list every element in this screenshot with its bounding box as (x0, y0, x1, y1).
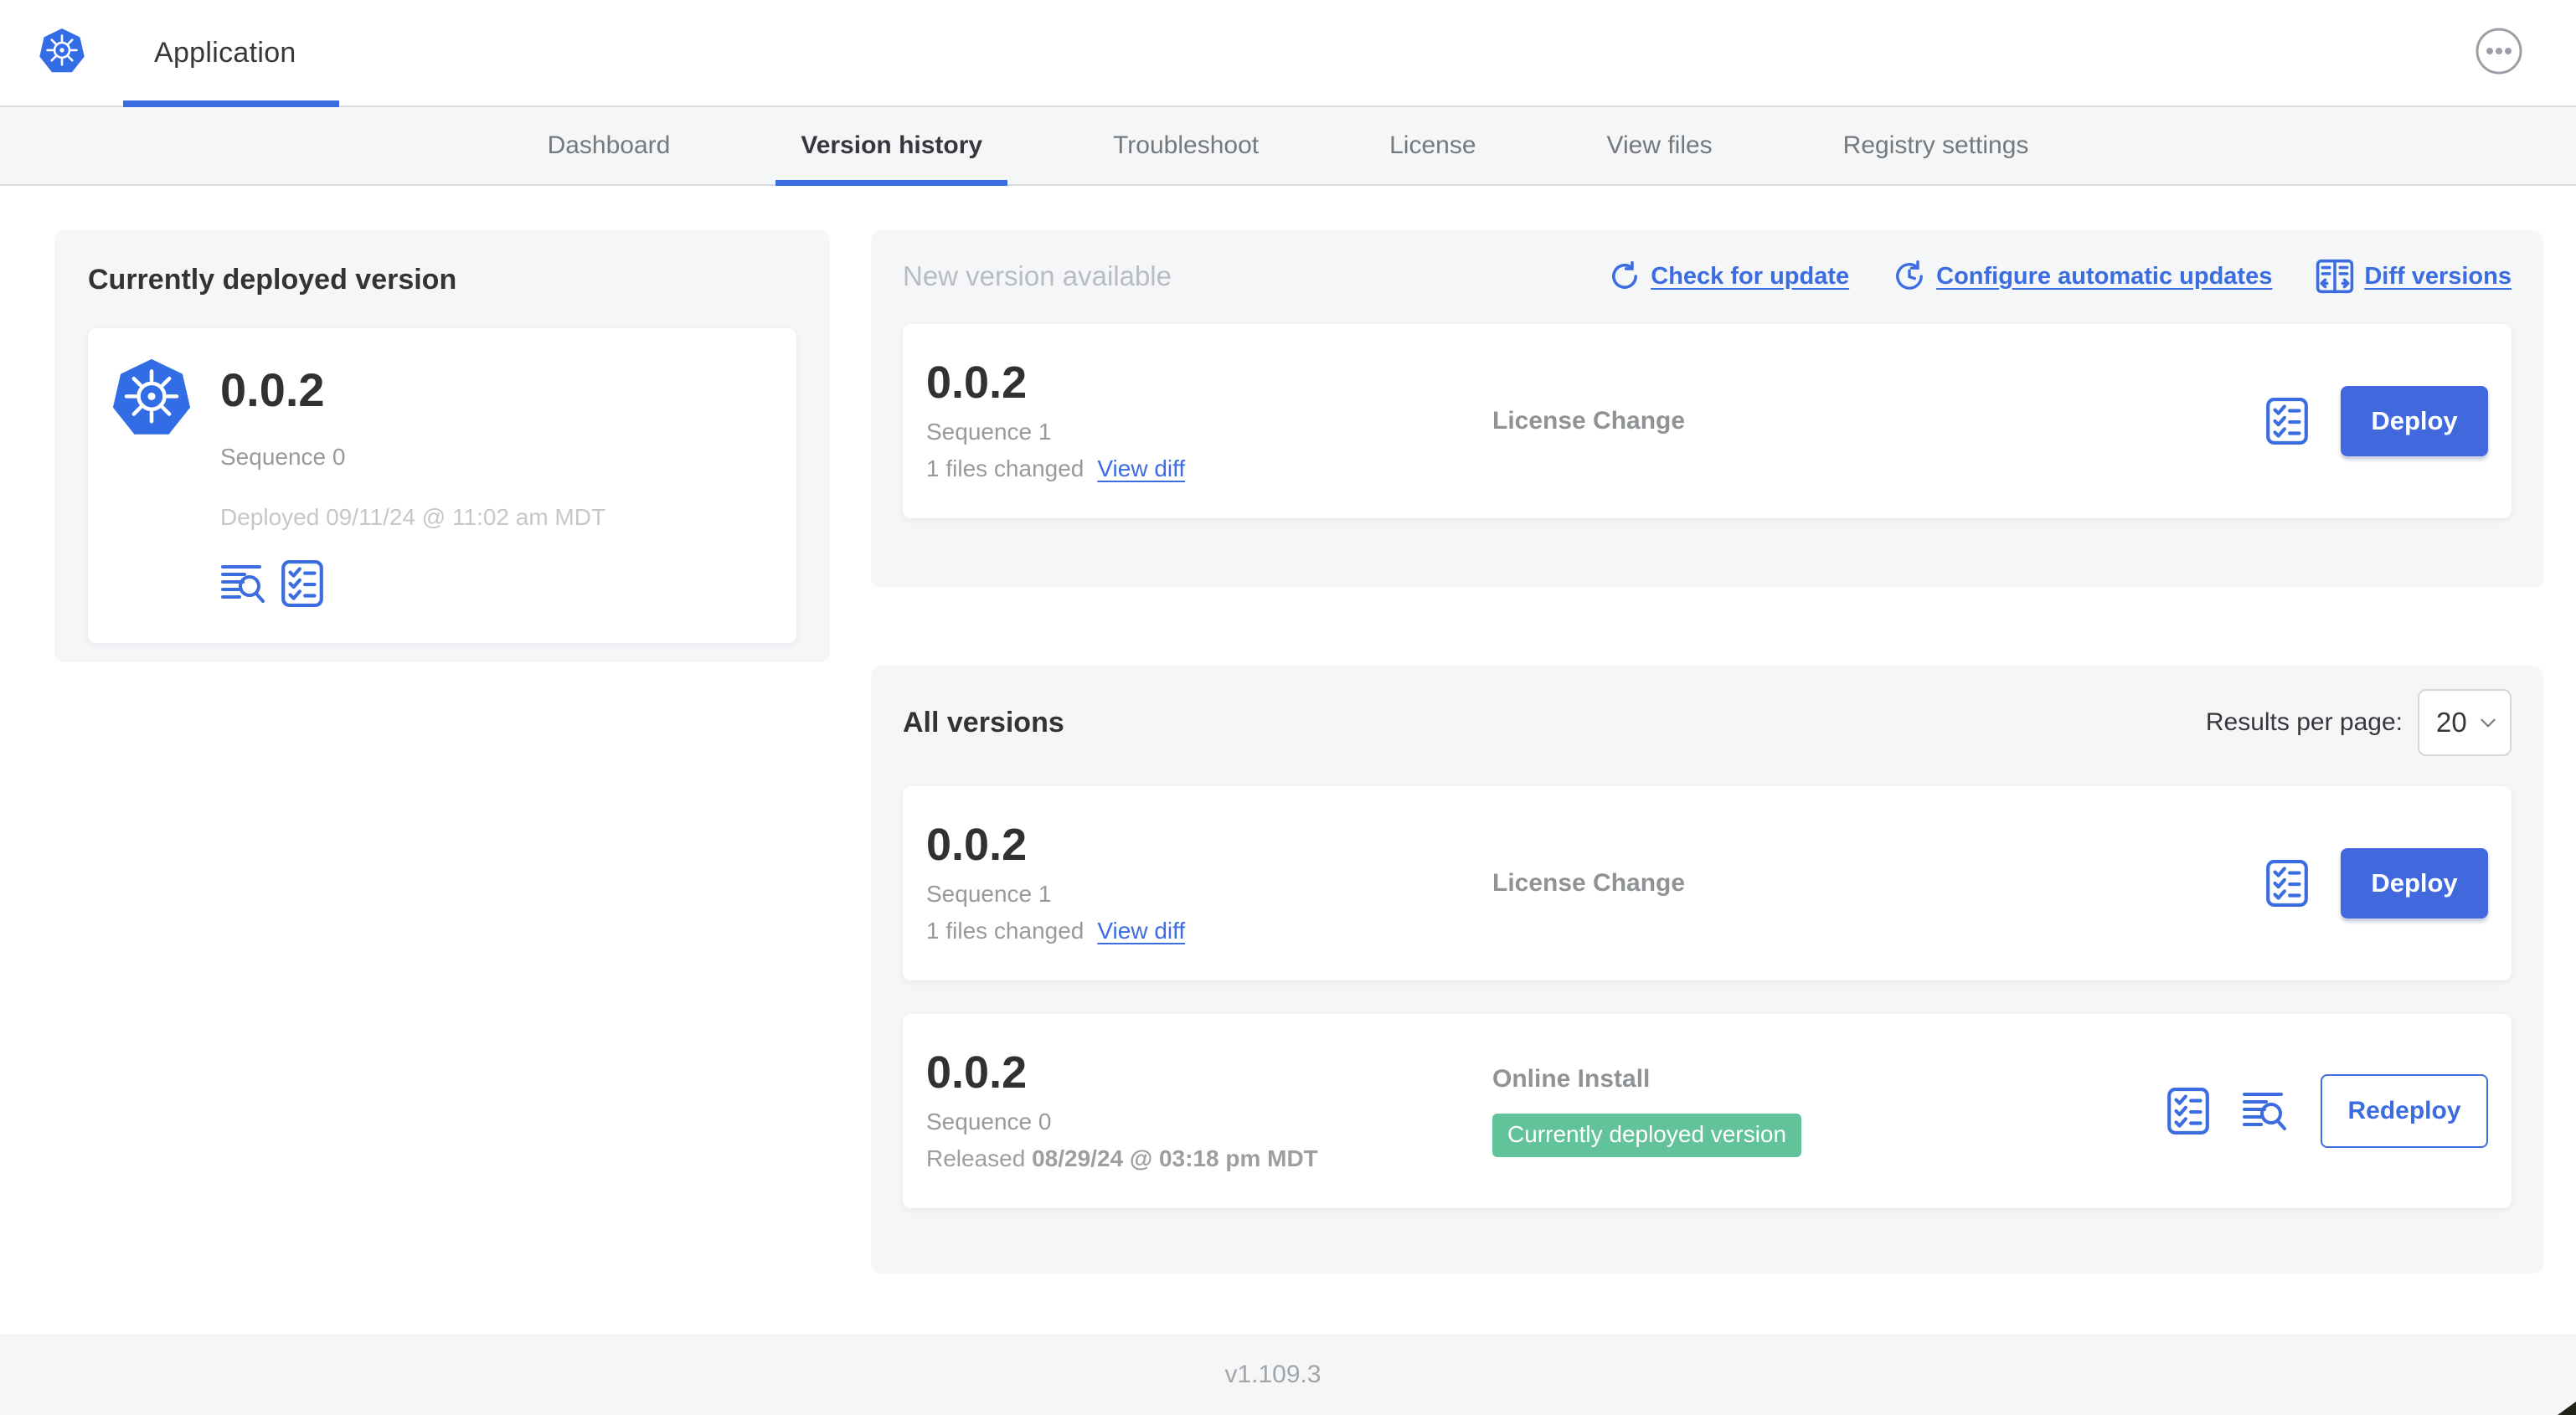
files-changed-label: 1 files changed (926, 455, 1084, 481)
kubernetes-logo-icon (39, 28, 85, 73)
preflight-checks-button[interactable] (2265, 397, 2309, 445)
kubernetes-app-icon (112, 358, 191, 435)
new-version-panel: New version available Check for update C… (871, 230, 2543, 588)
app-footer: v1.109.3 (0, 1334, 2576, 1415)
ellipsis-icon (2476, 28, 2522, 75)
preflight-checks-button[interactable] (2166, 1087, 2210, 1135)
deploy-button[interactable]: Deploy (2341, 386, 2488, 456)
refresh-icon (1612, 260, 1638, 289)
currently-deployed-badge: Currently deployed version (1492, 1114, 1802, 1157)
version-row: 0.0.2 Sequence 1 1 files changed View di… (903, 786, 2512, 980)
version-source-label: License Change (1492, 869, 1686, 897)
logs-magnifier-icon (221, 565, 265, 603)
configure-automatic-updates-link[interactable]: Configure automatic updates (1893, 260, 2272, 293)
version-row: 0.0.2 Sequence 0 Released 08/29/24 @ 03:… (903, 1014, 2512, 1208)
version-source-label: Online Install (1492, 1065, 1651, 1093)
preflight-checks-button[interactable] (281, 559, 324, 608)
console-version-label: v1.109.3 (1224, 1360, 1321, 1388)
view-logs-button[interactable] (220, 563, 267, 604)
app-title: Application (154, 36, 296, 69)
tab-license[interactable]: License (1324, 107, 1541, 184)
app-tab-bar: Dashboard Version history Troubleshoot L… (0, 107, 2576, 186)
overflow-menu-button[interactable] (2475, 27, 2523, 75)
checklist-icon (281, 560, 323, 607)
current-version-sequence: Sequence 0 (220, 444, 346, 470)
version-number: 0.0.2 (926, 358, 1028, 408)
all-versions-title: All versions (903, 706, 1064, 738)
app-title-active-underline (123, 100, 339, 107)
redeploy-button[interactable]: Redeploy (2321, 1074, 2488, 1148)
clock-refresh-icon (1896, 260, 1924, 290)
logs-magnifier-icon (2243, 1093, 2286, 1130)
chevron-down-icon (2481, 718, 2496, 728)
check-for-update-link[interactable]: Check for update (1609, 260, 1849, 292)
files-changed-label: 1 files changed (926, 918, 1084, 944)
currently-deployed-panel: Currently deployed version 0.0.2 Sequenc… (54, 230, 830, 662)
version-sequence: Sequence 0 (926, 1109, 1052, 1135)
currently-deployed-title: Currently deployed version (88, 264, 457, 296)
version-sequence: Sequence 1 (926, 881, 1052, 907)
current-version-number: 0.0.2 (220, 363, 325, 416)
diff-icon (2316, 259, 2354, 294)
deploy-button[interactable]: Deploy (2341, 848, 2488, 918)
checklist-icon (2266, 860, 2308, 907)
view-diff-link[interactable]: View diff (1097, 918, 1185, 944)
results-per-page-label: Results per page: (2205, 708, 2403, 736)
tab-registry-settings[interactable]: Registry settings (1778, 107, 2094, 184)
currently-deployed-card: 0.0.2 Sequence 0 Deployed 09/11/24 @ 11:… (88, 328, 796, 643)
tab-dashboard[interactable]: Dashboard (482, 107, 736, 184)
checklist-icon (2167, 1088, 2209, 1135)
version-number: 0.0.2 (926, 820, 1028, 870)
version-sequence: Sequence 1 (926, 419, 1052, 445)
checklist-icon (2266, 398, 2308, 445)
diff-versions-link[interactable]: Diff versions (2316, 259, 2512, 294)
tab-view-files[interactable]: View files (1542, 107, 1778, 184)
current-version-deployed-timestamp: Deployed 09/11/24 @ 11:02 am MDT (220, 504, 606, 530)
app-header: Application (0, 0, 2576, 107)
results-per-page-select[interactable]: 20 (2418, 689, 2512, 756)
all-versions-panel: All versions Results per page: 20 0.0.2 … (871, 666, 2543, 1274)
version-source-label: License Change (1492, 407, 1686, 435)
new-version-title: New version available (903, 260, 1172, 291)
tab-version-history[interactable]: Version history (735, 107, 1048, 186)
tab-troubleshoot[interactable]: Troubleshoot (1048, 107, 1324, 184)
version-number: 0.0.2 (926, 1047, 1028, 1098)
version-released-timestamp: Released 08/29/24 @ 03:18 pm MDT (926, 1145, 1318, 1171)
view-logs-button[interactable] (2242, 1091, 2289, 1131)
new-version-card: 0.0.2 Sequence 1 1 files changed View di… (903, 324, 2512, 518)
preflight-checks-button[interactable] (2265, 859, 2309, 908)
view-diff-link[interactable]: View diff (1097, 455, 1185, 482)
